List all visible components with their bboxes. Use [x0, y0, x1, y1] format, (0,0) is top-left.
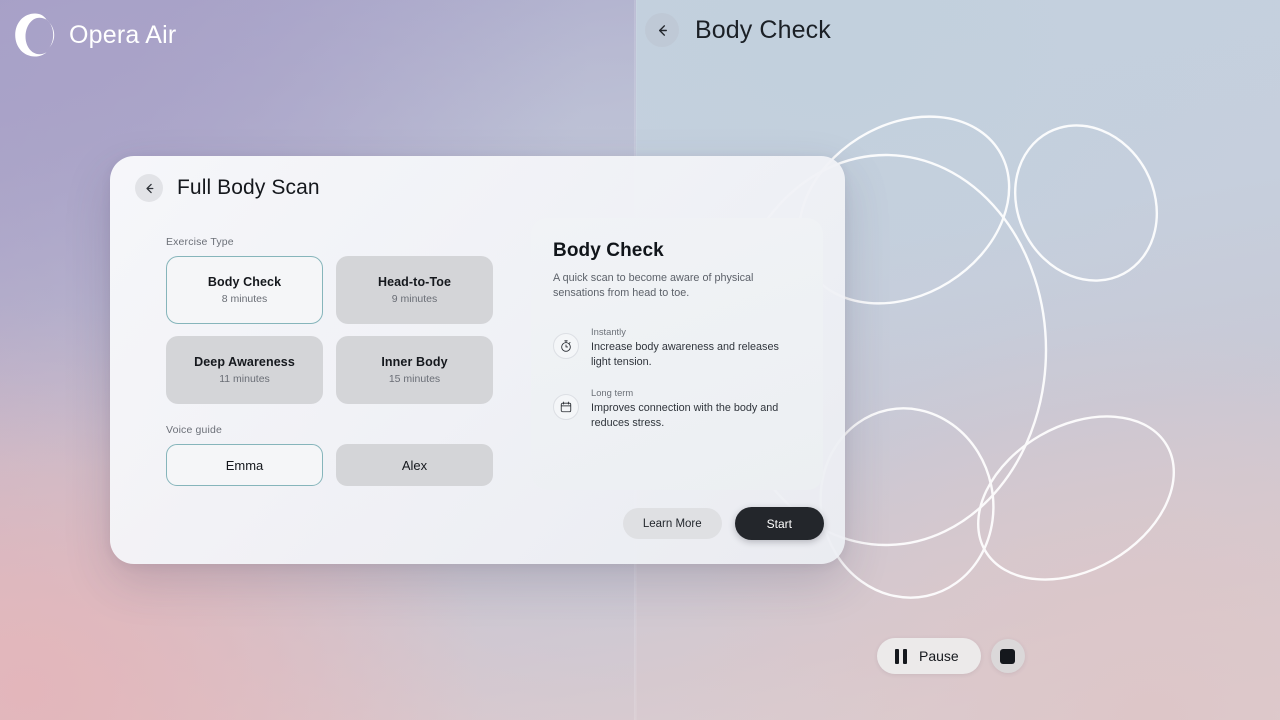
exercise-duration: 8 minutes [221, 293, 268, 305]
right-back-button[interactable] [645, 13, 679, 47]
stop-icon [1000, 648, 1016, 664]
calendar-icon [553, 393, 579, 420]
right-panel-title: Body Check [695, 15, 831, 44]
exercise-detail-panel: Body Check A quick scan to become aware … [531, 218, 823, 490]
exercise-name: Inner Body [381, 355, 448, 369]
benefit-text: Improves connection with the body and re… [591, 401, 779, 429]
playback-controls: Pause [877, 638, 1025, 674]
full-body-scan-dialog: Full Body Scan Exercise Type Body Check … [110, 156, 845, 564]
benefit-item-long-term: Long term Improves connection with the b… [553, 387, 801, 431]
dialog-options-column: Exercise Type Body Check 8 minutes Head-… [166, 236, 556, 486]
exercise-card-body-check[interactable]: Body Check 8 minutes [166, 256, 323, 324]
exercise-duration: 9 minutes [391, 293, 438, 305]
exercise-type-grid: Body Check 8 minutes Head-to-Toe 9 minut… [166, 256, 556, 404]
pause-button[interactable]: Pause [877, 638, 981, 674]
stop-button[interactable] [990, 639, 1025, 673]
exercise-duration: 15 minutes [388, 373, 441, 385]
benefit-kicker: Long term [591, 386, 634, 398]
pause-label: Pause [919, 648, 959, 664]
detail-description: A quick scan to become aware of physical… [553, 272, 754, 300]
dialog-header: Full Body Scan [135, 174, 320, 202]
arrow-left-icon [658, 24, 667, 36]
dialog-title: Full Body Scan [177, 176, 320, 199]
benefit-text: Increase body awareness and releases lig… [591, 340, 779, 368]
voice-guide-label: Voice guide [166, 424, 222, 436]
voice-guide-section: Voice guide Emma Alex [166, 424, 556, 486]
dialog-actions: Learn More Start [622, 507, 824, 540]
exercise-type-label: Exercise Type [166, 236, 234, 248]
pause-icon [895, 648, 907, 664]
benefit-kicker: Instantly [591, 325, 626, 337]
start-button[interactable]: Start [734, 507, 824, 540]
benefits-list: Instantly Increase body awareness and re… [553, 326, 801, 431]
exercise-card-deep-awareness[interactable]: Deep Awareness 11 minutes [166, 336, 323, 404]
stopwatch-icon [553, 332, 579, 359]
right-panel-header: Body Check [645, 13, 831, 47]
brand: Opera Air [12, 12, 176, 58]
opera-o-logo-icon [15, 13, 55, 57]
voice-guide-options: Emma Alex [166, 444, 556, 486]
benefit-item-instantly: Instantly Increase body awareness and re… [553, 326, 801, 370]
learn-more-button[interactable]: Learn More [622, 508, 722, 539]
exercise-duration: 11 minutes [219, 373, 270, 385]
exercise-name: Body Check [207, 275, 282, 289]
detail-title: Body Check [553, 240, 664, 261]
app-window: Opera Air Body Check Full Body Scan Exer… [0, 0, 1280, 720]
exercise-card-head-to-toe[interactable]: Head-to-Toe 9 minutes [336, 256, 493, 324]
exercise-name: Head-to-Toe [377, 275, 452, 289]
brand-name: Opera Air [69, 20, 177, 49]
voice-option-emma[interactable]: Emma [166, 444, 323, 486]
arrow-left-icon [145, 183, 153, 193]
exercise-name: Deep Awareness [194, 355, 295, 369]
voice-option-alex[interactable]: Alex [336, 444, 493, 486]
exercise-card-inner-body[interactable]: Inner Body 15 minutes [336, 336, 493, 404]
dialog-back-button[interactable] [135, 174, 163, 202]
